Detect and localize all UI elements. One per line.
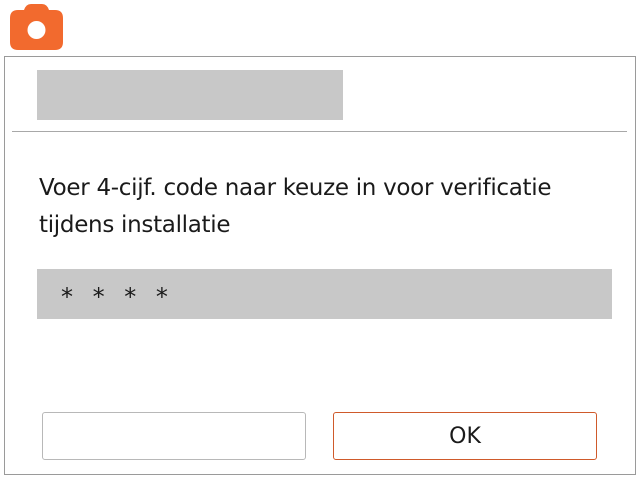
pin-dialog: Voer 4-cijf. code naar keuze in voor ver… — [4, 56, 636, 475]
dialog-title — [37, 70, 343, 120]
ok-button[interactable]: OK — [333, 412, 597, 460]
blank-button[interactable] — [42, 412, 306, 460]
screen: Voer 4-cijf. code naar keuze in voor ver… — [0, 0, 640, 480]
camera-icon — [10, 4, 63, 50]
pin-input[interactable]: * * * * — [37, 269, 612, 319]
divider — [12, 131, 627, 132]
instruction-text: Voer 4-cijf. code naar keuze in voor ver… — [39, 175, 552, 238]
